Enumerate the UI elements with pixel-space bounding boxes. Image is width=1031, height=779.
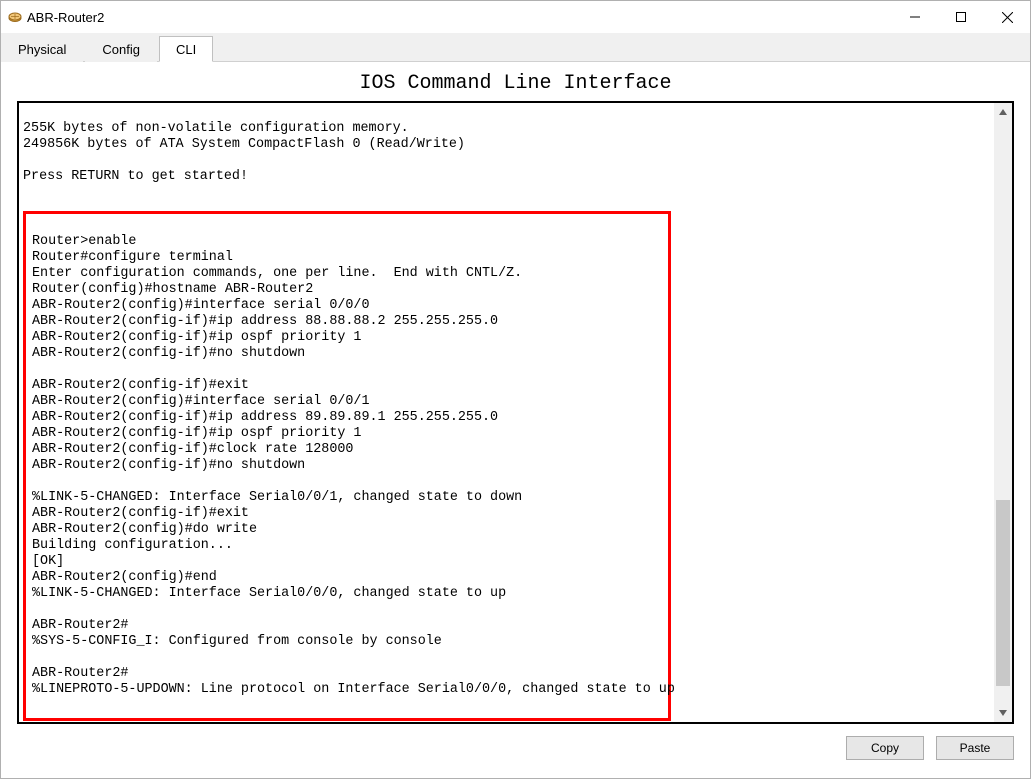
window-title: ABR-Router2 [27, 10, 104, 25]
scroll-up-arrow-icon[interactable] [994, 103, 1012, 121]
cli-panel: IOS Command Line Interface 255K bytes of… [1, 62, 1030, 778]
tab-cli[interactable]: CLI [159, 36, 213, 62]
cli-footer: Copy Paste [17, 730, 1014, 766]
terminal-output[interactable]: 255K bytes of non-volatile configuration… [19, 103, 994, 722]
terminal-top-text: 255K bytes of non-volatile configuration… [23, 121, 990, 185]
minimize-button[interactable] [892, 1, 938, 33]
title-bar-left: ABR-Router2 [7, 9, 104, 25]
scroll-down-arrow-icon[interactable] [994, 704, 1012, 722]
paste-button[interactable]: Paste [936, 736, 1014, 760]
highlight-annotation: Router>enable Router#configure terminal … [23, 211, 671, 721]
window-controls [892, 1, 1030, 33]
title-bar: ABR-Router2 [1, 1, 1030, 33]
app-window: ABR-Router2 Physical Config CLI IOS Comm… [0, 0, 1031, 779]
tab-physical[interactable]: Physical [1, 36, 83, 62]
close-button[interactable] [984, 1, 1030, 33]
terminal-scrollbar[interactable] [994, 103, 1012, 722]
scroll-track[interactable] [994, 121, 1012, 704]
cli-heading: IOS Command Line Interface [17, 72, 1014, 95]
terminal-frame: 255K bytes of non-volatile configuration… [17, 101, 1014, 724]
router-icon [7, 9, 23, 25]
tab-strip: Physical Config CLI [1, 33, 1030, 62]
copy-button[interactable]: Copy [846, 736, 924, 760]
tab-config[interactable]: Config [85, 36, 157, 62]
terminal-highlight-text: Router>enable Router#configure terminal … [32, 234, 662, 698]
maximize-button[interactable] [938, 1, 984, 33]
scroll-thumb[interactable] [996, 500, 1010, 687]
